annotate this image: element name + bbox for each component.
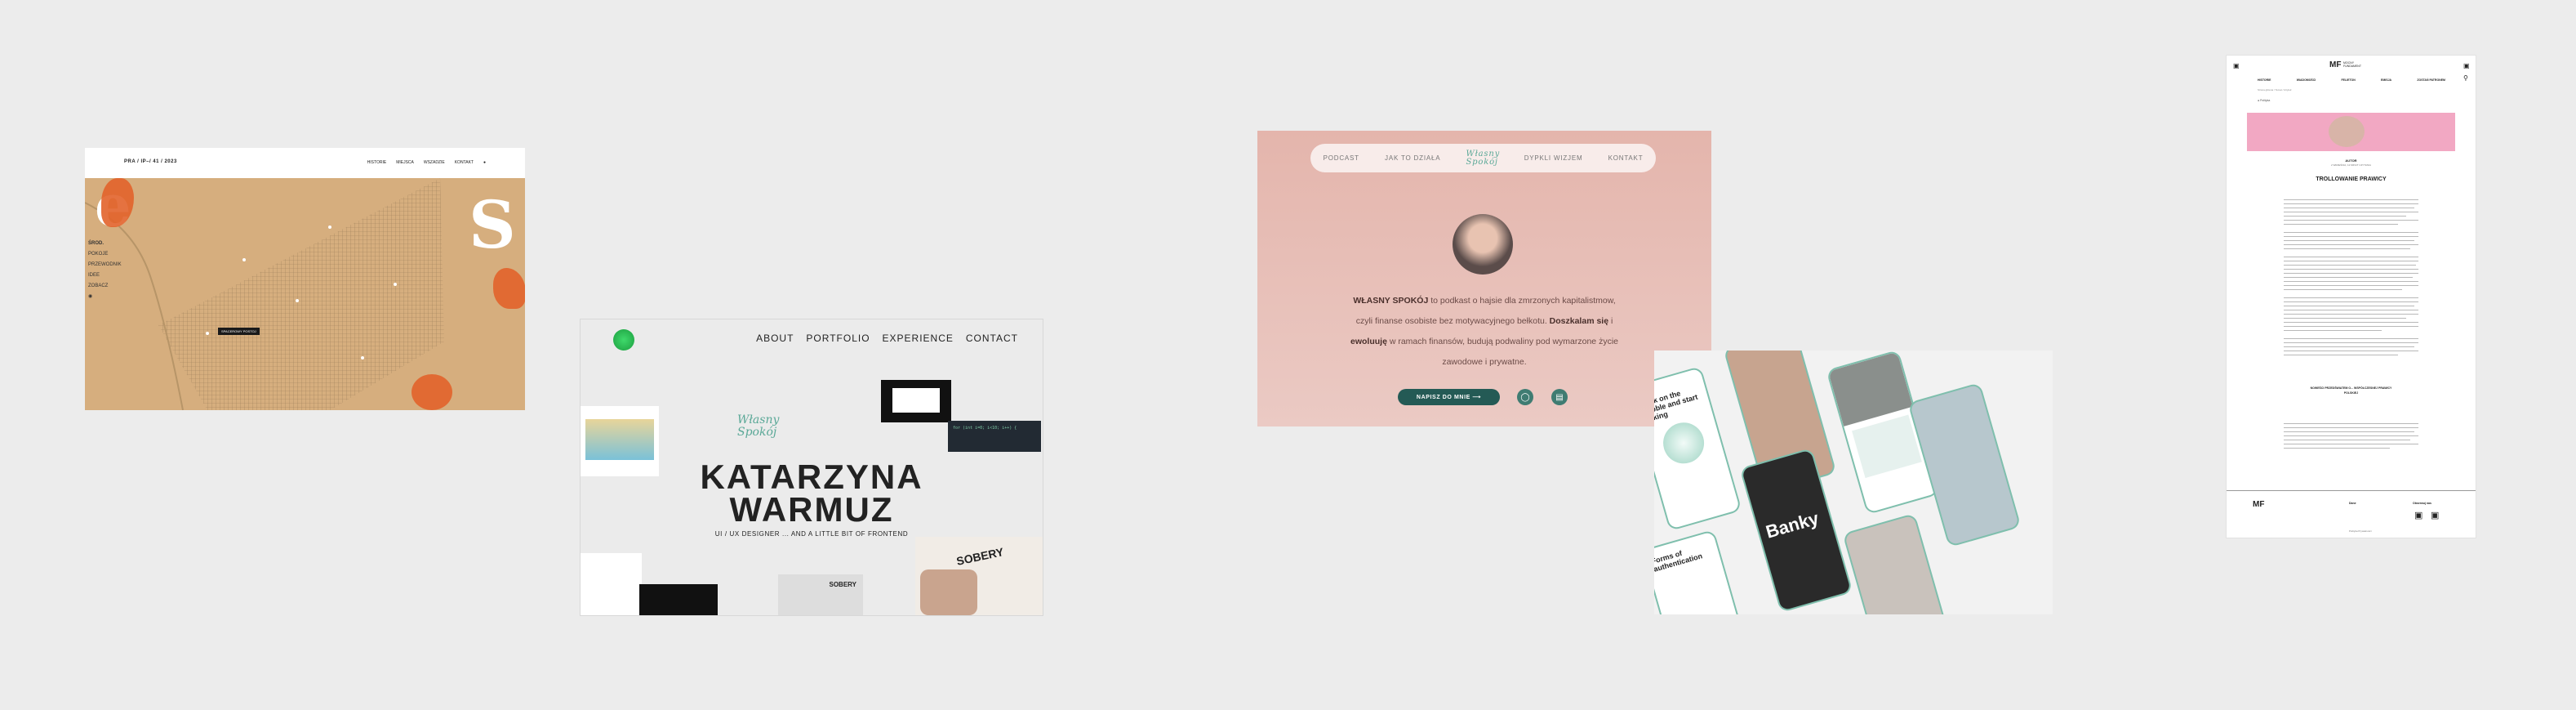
- nav-about[interactable]: ABOUT: [756, 333, 794, 344]
- bold-text: WŁASNY SPOKÓJ: [1353, 296, 1429, 306]
- app-logo: Banky: [1763, 507, 1822, 543]
- circle-icon[interactable]: ◉: [88, 292, 122, 302]
- author: AUTOR: [2345, 159, 2357, 163]
- banking-app-preview: Banky Click on the bubble and start talk…: [1654, 351, 2053, 614]
- decor-letter: S: [469, 186, 516, 263]
- side-menu-item[interactable]: ZOBACZ: [88, 281, 122, 292]
- article-subheading: NOWEŚCI PRZEDŚWIATEM O... WSPÓŁCZESNEJ P…: [2310, 386, 2392, 395]
- nav-item[interactable]: WIADOMOŚCI: [2297, 78, 2316, 82]
- text: zawodowe i prywatne.: [1442, 357, 1527, 367]
- side-menu-item[interactable]: IDEE: [88, 270, 122, 281]
- category-tag[interactable]: ● Polityka: [2258, 99, 2270, 102]
- nav-item[interactable]: HISTORIE: [367, 160, 387, 165]
- phone-screen: Forms of authentication: [1654, 531, 1754, 614]
- text: i: [1608, 316, 1613, 326]
- script-logo: Własny Spokój: [737, 413, 780, 439]
- breadcrumb: Strona główna / Temat / Artykuł: [2258, 88, 2292, 92]
- nav-item[interactable]: MIEJSCA: [396, 160, 414, 165]
- nav-item[interactable]: ZOSTAŃ PATRONEM: [2417, 78, 2445, 82]
- map-side-menu: ŚROD. POKOJE PRZEWODNIK IDEE ZOBACZ ◉: [88, 239, 122, 302]
- side-menu-item[interactable]: POKOJE: [88, 249, 122, 260]
- search-icon[interactable]: ⚲: [2463, 74, 2468, 82]
- project-thumbnail[interactable]: [639, 584, 718, 615]
- site-logo-text: MOCNY FUNDAMENT: [2343, 61, 2361, 68]
- project-thumbnail[interactable]: [581, 553, 642, 615]
- map-site-preview: PRA / IP–/ 41 / 2023 HISTORIE MIEJSCA WS…: [85, 148, 525, 410]
- nav-portfolio[interactable]: PORTFOLIO: [806, 333, 870, 344]
- instagram-icon[interactable]: ◯: [1517, 389, 1533, 405]
- code-snippet: for (int i=0; i<10; i++) {: [948, 421, 1041, 452]
- article-title: TROLLOWANIE PRAWICY: [2316, 176, 2387, 182]
- podcast-nav: PODCAST JAK TO DZIAŁA Własny Spokój DYPK…: [1310, 144, 1656, 172]
- nav-podcast[interactable]: PODCAST: [1324, 154, 1359, 162]
- nav-item[interactable]: EMISJA: [2381, 78, 2391, 82]
- portfolio-preview: ABOUT PORTFOLIO EXPERIENCE CONTACT Własn…: [580, 319, 1043, 616]
- project-thumbnail[interactable]: SOBERY: [778, 574, 863, 615]
- project-thumbnail[interactable]: [881, 380, 951, 422]
- phone-screen: [1844, 515, 1955, 614]
- city-map[interactable]: SPACEROWY POSTOJ e S: [85, 178, 525, 410]
- logo-icon[interactable]: [613, 329, 634, 351]
- map-site-header: PRA / IP–/ 41 / 2023 HISTORIE MIEJSCA WS…: [85, 148, 525, 178]
- article-preview: ▣ ▣ ⚲ MF MOCNY FUNDAMENT HISTORIE WIADOM…: [2226, 55, 2476, 538]
- article-nav: HISTORIE WIADOMOŚCI FELIETON EMISJA ZOST…: [2258, 78, 2445, 82]
- hero-image: [2247, 113, 2455, 151]
- bold-text: ewoluuję: [1350, 337, 1387, 346]
- nav-contact[interactable]: KONTAKT: [1608, 154, 1644, 162]
- nav-item[interactable]: WSZADZIE: [424, 160, 445, 165]
- name-line-2: WARMUZ: [729, 490, 894, 529]
- facebook-icon[interactable]: ▣: [2414, 510, 2423, 520]
- flower-decoration: [412, 374, 452, 410]
- spotify-icon[interactable]: ▤: [1551, 389, 1568, 405]
- nav-item[interactable]: KONTAKT: [455, 160, 474, 165]
- instagram-icon[interactable]: ▣: [2431, 510, 2439, 520]
- screen-title: Forms of authentication: [1654, 548, 1704, 574]
- sobery-label: SOBERY: [829, 581, 857, 588]
- nav-experience[interactable]: EXPERIENCE: [883, 333, 954, 344]
- nav-contact[interactable]: CONTACT: [966, 333, 1018, 344]
- project-thumbnail[interactable]: SOBERY: [915, 537, 1043, 615]
- portfolio-nav: ABOUT PORTFOLIO EXPERIENCE CONTACT: [756, 333, 1018, 344]
- contact-button[interactable]: NAPISZ DO MNIE ⟶: [1398, 389, 1500, 405]
- nav-episodes[interactable]: DYPKLI WIZJEM: [1524, 154, 1583, 162]
- menu-icon[interactable]: ●: [483, 160, 486, 165]
- footer-column-title: Dane: [2349, 502, 2356, 505]
- phone-screen: Banky: [1741, 449, 1852, 611]
- project-thumbnail[interactable]: [581, 406, 659, 476]
- nav-item[interactable]: FELIETON: [2342, 78, 2356, 82]
- facebook-icon[interactable]: ▣: [2233, 62, 2240, 69]
- site-logo[interactable]: MF: [2329, 60, 2341, 69]
- article-meta: 2 WRZEŚNIA, 12 MINUT CZYTANIA: [2330, 163, 2372, 167]
- text: w ramach finansów, budują podwaliny pod …: [1386, 337, 1618, 346]
- map-grid: [85, 178, 444, 410]
- podcast-description: WŁASNY SPOKÓJ to podkast o hajsie dla zm…: [1298, 291, 1671, 373]
- podcast-logo[interactable]: Własny Spokój: [1466, 150, 1500, 167]
- nav-how-it-works[interactable]: JAK TO DZIAŁA: [1385, 154, 1440, 162]
- footer-social-title: Obserwuj nas: [2413, 502, 2431, 505]
- text: czyli finanse osobiste bez motywacyjnego…: [1355, 316, 1550, 326]
- side-menu-item[interactable]: ŚROD.: [88, 239, 122, 249]
- map-site-brand: PRA / IP–/ 41 / 2023: [124, 159, 177, 164]
- nav-item[interactable]: HISTORIE: [2258, 78, 2271, 82]
- bold-text: Doszkalam się: [1549, 316, 1609, 326]
- map-tooltip: SPACEROWY POSTOJ: [218, 328, 260, 335]
- side-menu-item[interactable]: PRZEWODNIK: [88, 260, 122, 270]
- footer-logo[interactable]: MF: [2253, 500, 2264, 509]
- map-site-nav: HISTORIE MIEJSCA WSZADZIE KONTAKT ●: [367, 160, 486, 165]
- phone-screen: Banky Click on the bubble and start talk…: [1654, 368, 1741, 529]
- podcast-preview: PODCAST JAK TO DZIAŁA Własny Spokój DYPK…: [1257, 131, 1711, 426]
- footer-link[interactable]: Polityka Prywatności: [2349, 529, 2372, 533]
- text: to podkast o hajsie dla zmrzonych kapita…: [1428, 296, 1616, 306]
- avatar: [1453, 214, 1513, 275]
- footer-divider: [2227, 490, 2476, 491]
- sobery-label: SOBERY: [954, 545, 1005, 568]
- instagram-icon[interactable]: ▣: [2463, 62, 2470, 69]
